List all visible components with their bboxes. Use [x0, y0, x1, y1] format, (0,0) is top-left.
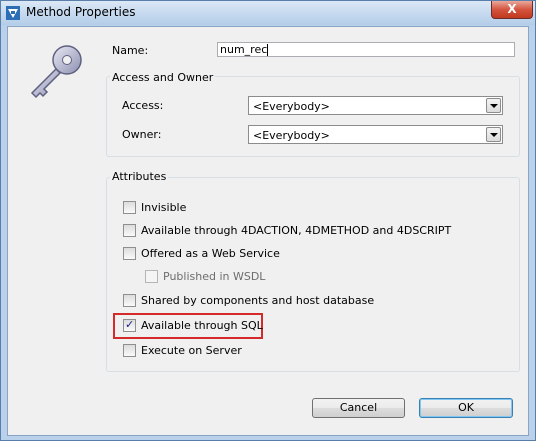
name-input[interactable]: num_rec [217, 42, 515, 57]
invisible-label: Invisible [141, 201, 187, 214]
wsdl-label: Published in WSDL [163, 270, 266, 283]
access-select-value: <Everybody> [253, 100, 330, 113]
access-label: Access: [122, 99, 164, 112]
window-title: Method Properties [26, 5, 136, 19]
access-owner-title: Access and Owner [110, 71, 216, 84]
4daction-checkbox[interactable] [123, 224, 136, 237]
owner-select[interactable]: <Everybody> [248, 125, 503, 144]
web-service-checkbox[interactable] [123, 247, 136, 260]
name-label: Name: [112, 44, 149, 57]
server-label: Execute on Server [141, 344, 242, 357]
invisible-checkbox[interactable] [123, 201, 136, 214]
dialog-window: Method Properties X Name: num_rec Access… [0, 0, 536, 441]
wsdl-checkbox [145, 270, 158, 283]
title-bar[interactable]: Method Properties X [1, 1, 535, 25]
owner-select-value: <Everybody> [253, 129, 330, 142]
checkmark-icon: ✓ [125, 318, 135, 331]
close-button[interactable]: X [491, 1, 533, 19]
web-service-label: Offered as a Web Service [141, 247, 280, 260]
sql-label: Available through SQL [141, 319, 263, 332]
key-icon [30, 45, 82, 99]
app-icon [6, 6, 20, 20]
shared-checkbox[interactable] [123, 294, 136, 307]
shared-label: Shared by components and host database [141, 294, 375, 307]
chevron-down-icon[interactable] [486, 127, 501, 142]
sql-checkbox[interactable]: ✓ [123, 318, 136, 332]
4daction-label: Available through 4DACTION, 4DMETHOD and… [141, 224, 452, 237]
text-caret [267, 44, 269, 56]
ok-button[interactable]: OK [419, 398, 513, 418]
name-value: num_rec [220, 43, 268, 56]
server-checkbox[interactable] [123, 344, 136, 357]
attributes-title: Attributes [110, 170, 169, 183]
chevron-down-icon[interactable] [486, 98, 501, 113]
owner-label: Owner: [122, 128, 162, 141]
access-select[interactable]: <Everybody> [248, 96, 503, 115]
dialog-body: Name: num_rec Access and Owner Access: <… [7, 26, 529, 436]
cancel-button[interactable]: Cancel [312, 398, 405, 418]
access-owner-group [106, 76, 520, 157]
